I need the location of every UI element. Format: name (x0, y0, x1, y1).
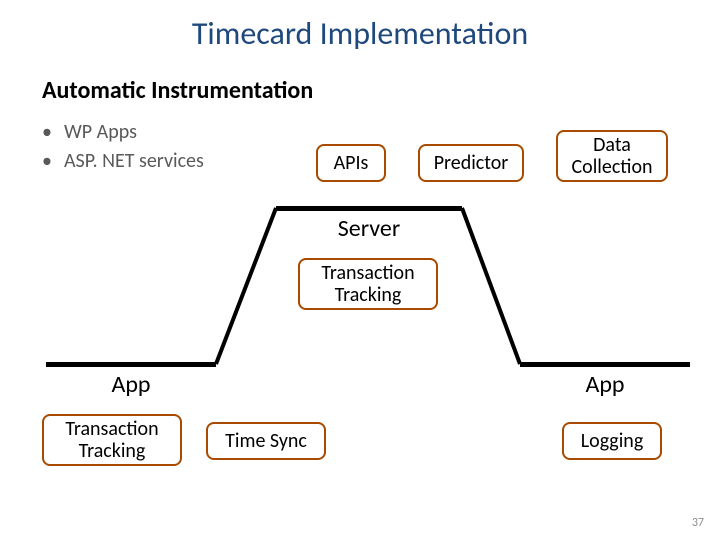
box-apis: APIs (316, 144, 386, 182)
server-bar (276, 206, 462, 211)
app-right-bar (520, 362, 690, 367)
box-time-sync: Time Sync (206, 422, 326, 460)
app-left-bar (46, 362, 216, 367)
box-logging: Logging (562, 422, 662, 460)
box-transaction-tracking-server: Transaction Tracking (298, 258, 438, 310)
section-heading: Automatic Instrumentation (42, 76, 313, 105)
box-predictor: Predictor (418, 144, 524, 182)
slide: Timecard Implementation Automatic Instru… (0, 0, 720, 540)
box-transaction-tracking-app: Transaction Tracking (42, 414, 182, 466)
bullet-item: ASP. NET services (42, 147, 204, 176)
app-right-label: App (520, 370, 690, 399)
box-data-collection: Data Collection (556, 130, 668, 182)
bullet-item: WP Apps (42, 118, 204, 147)
app-left-label: App (46, 370, 216, 399)
slide-title: Timecard Implementation (0, 14, 720, 53)
bullet-list: WP Apps ASP. NET services (42, 118, 204, 176)
server-label: Server (276, 214, 462, 243)
page-number: 37 (692, 516, 704, 530)
